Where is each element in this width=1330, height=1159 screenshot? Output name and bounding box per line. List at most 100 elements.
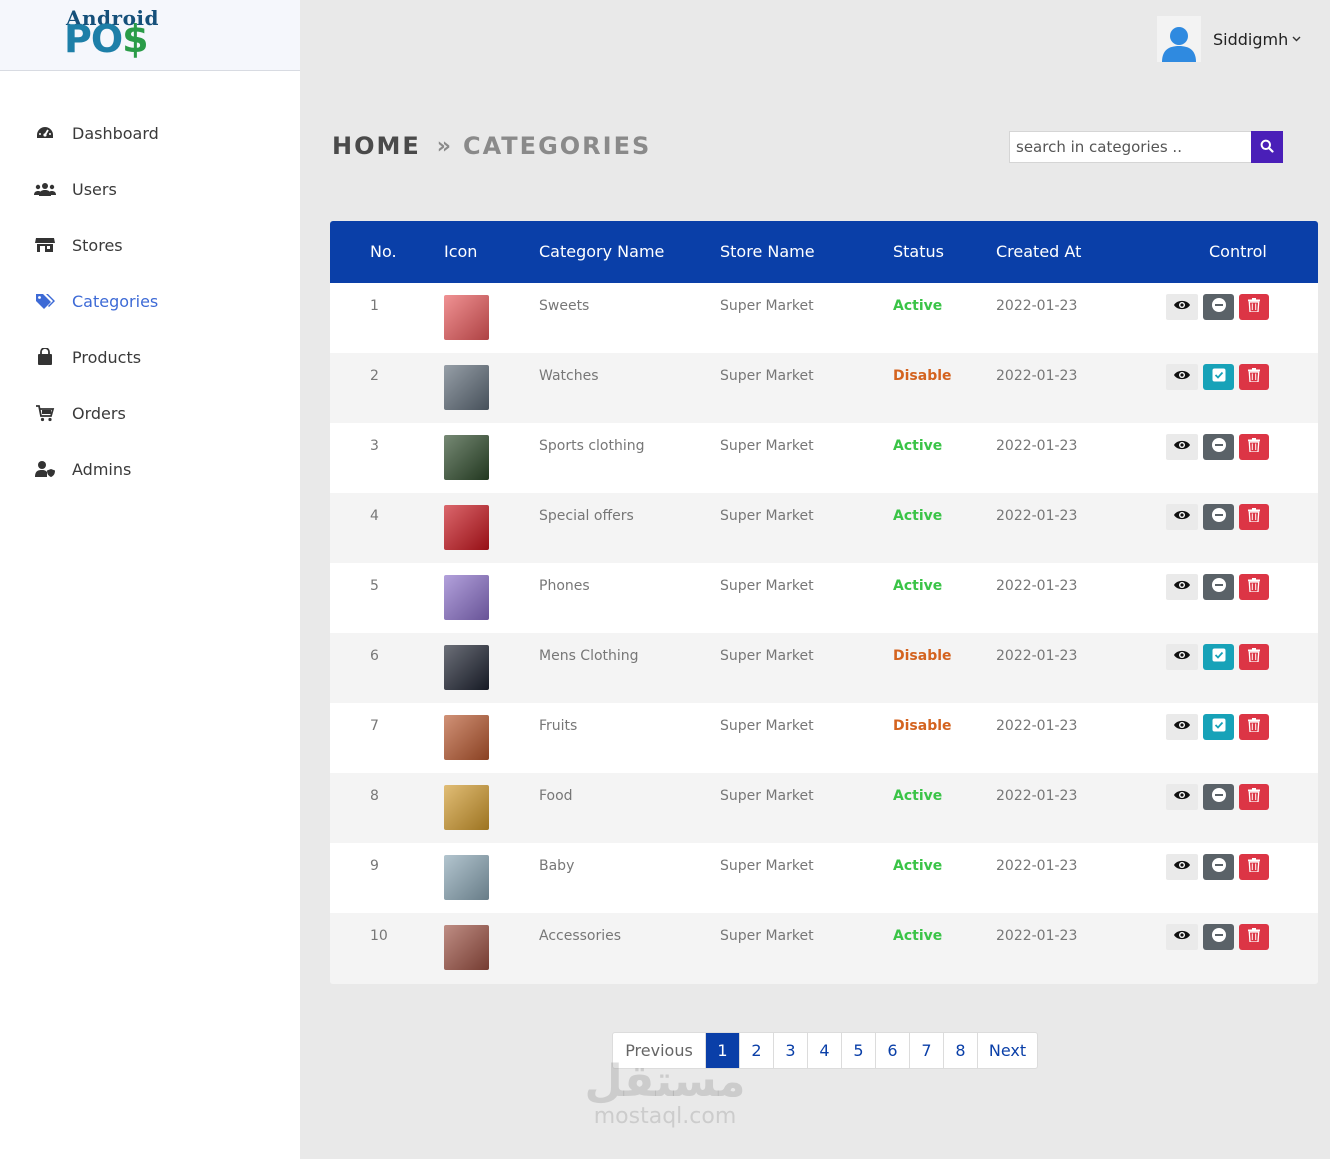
row-controls [1166, 504, 1269, 530]
delete-button[interactable] [1239, 574, 1269, 600]
pagination-page[interactable]: 5 [841, 1033, 875, 1068]
enable-button[interactable] [1203, 714, 1234, 740]
pagination-next[interactable]: Next [977, 1033, 1037, 1068]
delete-button[interactable] [1239, 714, 1269, 740]
view-button[interactable] [1166, 714, 1198, 740]
created-at: 2022-01-23 [996, 858, 1078, 874]
username: Siddigmh [1213, 29, 1289, 49]
category-thumbnail [444, 365, 489, 410]
column-header-icon: Icon [444, 242, 478, 261]
trash-icon [1248, 858, 1260, 876]
logo[interactable]: Android PO$ [0, 0, 300, 71]
created-at: 2022-01-23 [996, 578, 1078, 594]
delete-button[interactable] [1239, 434, 1269, 460]
watermark-arabic: مستقل [584, 1056, 746, 1107]
row-number: 1 [370, 298, 379, 314]
trash-icon [1248, 368, 1260, 386]
disable-button[interactable] [1203, 574, 1234, 600]
table-row: 1 Sweets Super Market Active 2022-01-23 [330, 283, 1318, 353]
pagination-page[interactable]: 8 [943, 1033, 977, 1068]
row-controls [1166, 714, 1269, 740]
logo-text-pos: PO$ [64, 17, 149, 61]
row-number: 8 [370, 788, 379, 804]
eye-icon [1173, 719, 1191, 735]
category-thumbnail [444, 435, 489, 480]
user-avatar-icon [1157, 16, 1201, 62]
pagination-page[interactable]: 3 [773, 1033, 807, 1068]
search-input[interactable] [1009, 131, 1251, 163]
category-thumbnail [444, 295, 489, 340]
store-name: Super Market [720, 368, 814, 384]
view-button[interactable] [1166, 784, 1198, 810]
eye-icon [1173, 509, 1191, 525]
store-name: Super Market [720, 438, 814, 454]
pagination-page[interactable]: 4 [807, 1033, 841, 1068]
watermark-latin: mostaql.com [593, 1104, 737, 1130]
row-number: 9 [370, 858, 379, 874]
disable-button[interactable] [1203, 854, 1234, 880]
status-badge: Disable [893, 648, 952, 664]
enable-button[interactable] [1203, 644, 1234, 670]
table-body: 1 Sweets Super Market Active 2022-01-23 2 Watc… [330, 283, 1318, 983]
tags-icon [34, 292, 56, 310]
pagination-page[interactable]: 7 [909, 1033, 943, 1068]
eye-icon [1173, 369, 1191, 385]
delete-button[interactable] [1239, 854, 1269, 880]
delete-button[interactable] [1239, 784, 1269, 810]
category-thumbnail [444, 715, 489, 760]
store-name: Super Market [720, 508, 814, 524]
sidebar-item-label: Orders [72, 403, 126, 423]
search-bar [1009, 131, 1283, 163]
search-button[interactable] [1251, 131, 1283, 163]
category-name: Fruits [539, 718, 578, 734]
enable-button[interactable] [1203, 364, 1234, 390]
row-number: 6 [370, 648, 379, 664]
delete-button[interactable] [1239, 294, 1269, 320]
breadcrumb-home[interactable]: HOME [332, 132, 421, 160]
view-button[interactable] [1166, 924, 1198, 950]
minus-circle-icon [1211, 857, 1227, 877]
delete-button[interactable] [1239, 924, 1269, 950]
table-header: No. Icon Category Name Store Name Status… [330, 221, 1318, 283]
store-icon [34, 236, 56, 254]
sidebar-item-admins[interactable]: Admins [0, 441, 300, 497]
sidebar-item-label: Admins [72, 459, 132, 479]
user-menu[interactable]: Siddigmh [1157, 16, 1301, 62]
view-button[interactable] [1166, 434, 1198, 460]
disable-button[interactable] [1203, 434, 1234, 460]
category-name: Food [539, 788, 573, 804]
pagination-page[interactable]: 6 [875, 1033, 909, 1068]
delete-button[interactable] [1239, 644, 1269, 670]
sidebar-item-orders[interactable]: Orders [0, 385, 300, 441]
created-at: 2022-01-23 [996, 788, 1078, 804]
sidebar: Android PO$ Dashboard Users Stores Categori… [0, 0, 300, 1159]
delete-button[interactable] [1239, 364, 1269, 390]
row-number: 3 [370, 438, 379, 454]
view-button[interactable] [1166, 644, 1198, 670]
view-button[interactable] [1166, 364, 1198, 390]
trash-icon [1248, 928, 1260, 946]
disable-button[interactable] [1203, 784, 1234, 810]
category-name: Sports clothing [539, 438, 645, 454]
disable-button[interactable] [1203, 504, 1234, 530]
view-button[interactable] [1166, 504, 1198, 530]
sidebar-item-label: Products [72, 347, 142, 367]
table-row: 8 Food Super Market Active 2022-01-23 [330, 773, 1318, 843]
category-thumbnail [444, 925, 489, 970]
sidebar-item-products[interactable]: Products [0, 329, 300, 385]
column-header-no: No. [370, 242, 397, 261]
delete-button[interactable] [1239, 504, 1269, 530]
view-button[interactable] [1166, 854, 1198, 880]
category-name: Accessories [539, 928, 622, 944]
disable-button[interactable] [1203, 294, 1234, 320]
column-header-category-name: Category Name [539, 242, 665, 261]
eye-icon [1173, 439, 1191, 455]
shopping-bag-icon [34, 348, 56, 366]
view-button[interactable] [1166, 294, 1198, 320]
sidebar-item-dashboard[interactable]: Dashboard [0, 105, 300, 161]
sidebar-item-users[interactable]: Users [0, 161, 300, 217]
sidebar-item-categories[interactable]: Categories [0, 273, 300, 329]
sidebar-item-stores[interactable]: Stores [0, 217, 300, 273]
view-button[interactable] [1166, 574, 1198, 600]
disable-button[interactable] [1203, 924, 1234, 950]
